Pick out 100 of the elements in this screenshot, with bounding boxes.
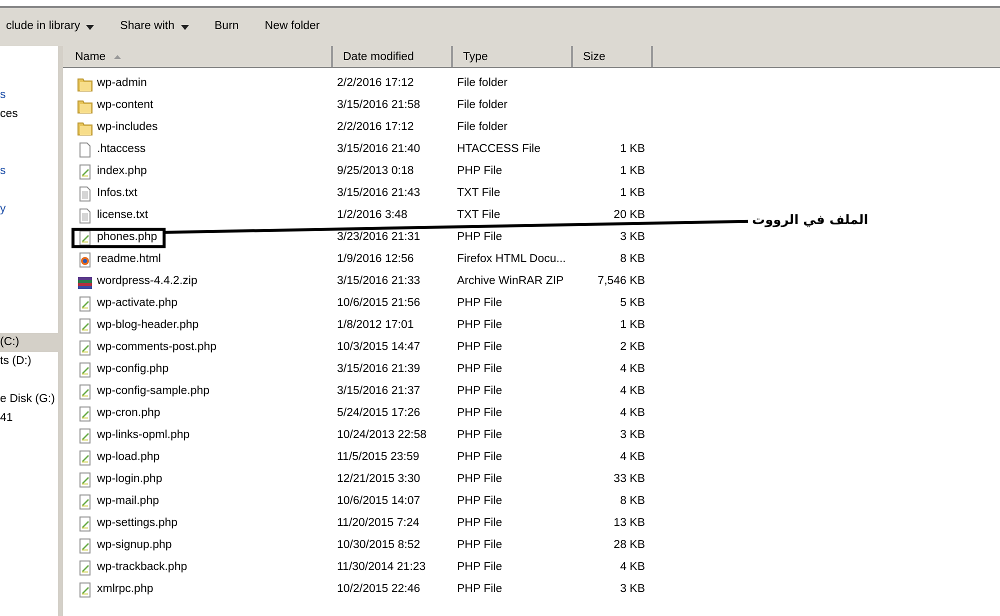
file-name[interactable]: wp-login.php <box>97 471 162 489</box>
type-cell-text: PHP File <box>456 384 504 400</box>
size-cell-text: 3 KB <box>619 428 645 444</box>
toolbar-button[interactable]: clude in library <box>0 16 100 38</box>
date-cell-text: 3/15/2016 21:33 <box>336 274 422 290</box>
sidebar-item[interactable]: y <box>0 200 58 219</box>
type-cell-text: PHP File <box>456 318 504 334</box>
date-cell-text: 10/30/2015 8:52 <box>336 538 422 554</box>
file-name[interactable]: index.php <box>97 163 147 181</box>
date-cell-text: 2/2/2016 17:12 <box>336 76 415 92</box>
type-cell-text: File folder <box>456 120 508 136</box>
browser-file-icon <box>77 252 93 268</box>
file-name[interactable]: wp-mail.php <box>97 493 159 511</box>
script-file-icon <box>77 340 93 356</box>
size-cell-text: 1 KB <box>619 318 645 334</box>
file-name[interactable]: xmlrpc.php <box>97 581 154 599</box>
size-cell-text: 3 KB <box>619 230 645 246</box>
type-cell-text: Firefox HTML Docu... <box>456 252 567 268</box>
file-name[interactable]: wp-links-opml.php <box>97 427 190 445</box>
script-file-icon <box>77 406 93 422</box>
date-cell-text: 3/15/2016 21:58 <box>336 98 422 114</box>
type-cell-text: PHP File <box>456 494 504 510</box>
script-file-icon <box>77 296 93 312</box>
sidebar-item[interactable]: ces <box>0 105 58 124</box>
type-cell-text: PHP File <box>456 538 504 554</box>
file-name[interactable]: wp-signup.php <box>97 537 172 555</box>
file-name[interactable]: wp-includes <box>97 119 158 137</box>
type-cell-text: TXT File <box>456 208 502 224</box>
date-cell-text: 3/15/2016 21:39 <box>336 362 422 378</box>
sidebar-item[interactable]: 41 <box>0 409 58 428</box>
script-file-icon <box>77 560 93 576</box>
size-cell-text: 4 KB <box>619 560 645 576</box>
file-name[interactable]: license.txt <box>97 207 148 225</box>
annotation-text: الملف في الرووت <box>752 212 868 230</box>
type-cell-text: HTACCESS File <box>456 142 542 158</box>
file-name[interactable]: wp-load.php <box>97 449 160 467</box>
size-cell-text: 2 KB <box>619 340 645 356</box>
date-cell-text: 2/2/2016 17:12 <box>336 120 415 136</box>
size-cell-text: 1 KB <box>619 186 645 202</box>
file-name[interactable]: wp-comments-post.php <box>97 339 217 357</box>
file-name[interactable]: wp-config-sample.php <box>97 383 210 401</box>
size-cell-text: 4 KB <box>619 362 645 378</box>
sidebar-item[interactable]: s <box>0 162 58 181</box>
toolbar-button[interactable]: New folder <box>258 16 326 38</box>
script-file-icon <box>77 164 93 180</box>
file-name[interactable]: wp-activate.php <box>97 295 178 313</box>
column-header[interactable]: Name <box>63 46 333 67</box>
size-cell-text: 4 KB <box>619 406 645 422</box>
date-cell-text: 3/15/2016 21:40 <box>336 142 422 158</box>
column-header[interactable]: Size <box>573 46 653 67</box>
file-name[interactable]: wp-settings.php <box>97 515 178 533</box>
file-name[interactable]: wp-config.php <box>97 361 169 379</box>
file-name[interactable]: wp-blog-header.php <box>97 317 199 335</box>
file-name[interactable]: wordpress-4.4.2.zip <box>97 273 198 291</box>
type-cell-text: PHP File <box>456 472 504 488</box>
date-cell-text: 10/2/2015 22:46 <box>336 582 422 598</box>
file-name[interactable]: phones.php <box>97 229 158 247</box>
date-cell-text: 5/24/2015 17:26 <box>336 406 422 422</box>
type-cell-text: PHP File <box>456 164 504 180</box>
size-cell-text: 20 KB <box>612 208 645 224</box>
type-cell-text: File folder <box>456 76 508 92</box>
file-name[interactable]: wp-trackback.php <box>97 559 188 577</box>
type-cell-text: PHP File <box>456 560 504 576</box>
type-cell-text: PHP File <box>456 362 504 378</box>
type-cell-text: Archive WinRAR ZIP <box>456 274 565 290</box>
script-file-icon <box>77 384 93 400</box>
column-header[interactable]: Type <box>453 46 573 67</box>
date-cell-text: 12/21/2015 3:30 <box>336 472 422 488</box>
size-cell-text: 8 KB <box>619 252 645 268</box>
date-cell-text: 11/30/2014 21:23 <box>336 560 427 576</box>
size-cell-text: 5 KB <box>619 296 645 312</box>
file-name[interactable]: .htaccess <box>97 141 146 159</box>
type-cell-text: PHP File <box>456 296 504 312</box>
type-cell-text: TXT File <box>456 186 502 202</box>
size-cell-text: 3 KB <box>619 582 645 598</box>
file-name[interactable]: wp-content <box>97 97 154 115</box>
archive-icon <box>77 274 93 290</box>
date-cell-text: 10/6/2015 14:07 <box>336 494 422 510</box>
file-name[interactable]: readme.html <box>97 251 161 269</box>
size-cell-text: 13 KB <box>612 516 645 532</box>
folder-icon <box>77 98 93 114</box>
size-cell-text: 4 KB <box>619 384 645 400</box>
file-name[interactable]: Infos.txt <box>97 185 138 203</box>
type-cell-text: PHP File <box>456 450 504 466</box>
type-cell-text: PHP File <box>456 230 504 246</box>
column-header[interactable]: Date modified <box>333 46 453 67</box>
script-file-icon <box>77 318 93 334</box>
date-cell-text: 3/15/2016 21:43 <box>336 186 422 202</box>
toolbar-button[interactable]: Burn <box>208 16 245 38</box>
file-name[interactable]: wp-cron.php <box>97 405 160 423</box>
text-file-icon <box>77 208 93 224</box>
sidebar-item[interactable]: e Disk (G:) <box>0 390 58 409</box>
blank-file-icon <box>77 142 93 158</box>
sidebar-item[interactable]: s <box>0 86 58 105</box>
sidebar-item[interactable]: ts (D:) <box>0 352 58 371</box>
sidebar-item[interactable]: (C:) <box>0 333 58 352</box>
script-file-icon <box>77 538 93 554</box>
toolbar-button[interactable]: Share with <box>114 16 194 38</box>
script-file-icon <box>77 494 93 510</box>
file-name[interactable]: wp-admin <box>97 75 147 93</box>
